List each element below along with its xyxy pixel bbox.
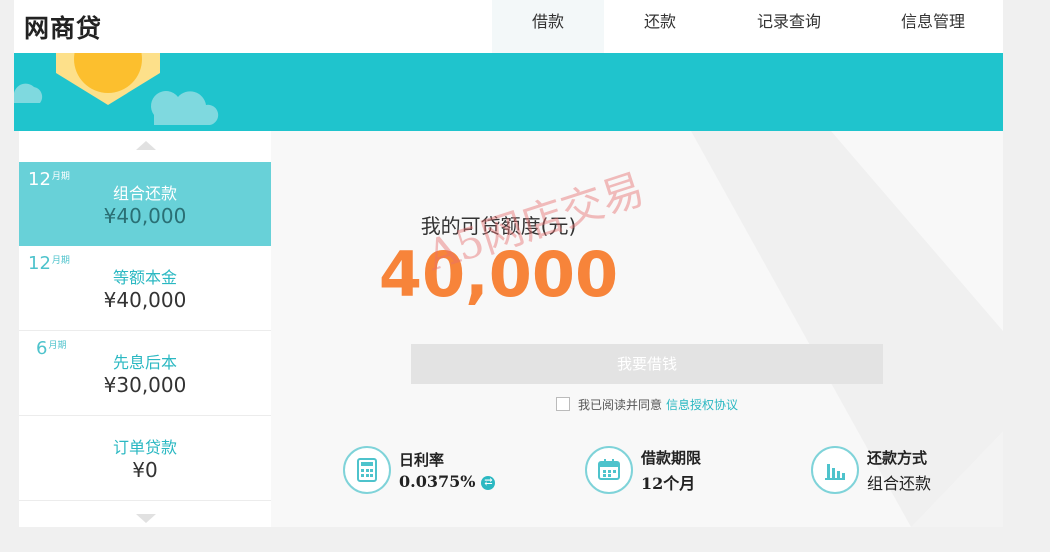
plan-amount: ¥30,000: [103, 373, 187, 397]
repayment-method-value: 组合还款: [867, 473, 932, 493]
scroll-up-arrow-icon[interactable]: [136, 141, 156, 150]
nav-info-management[interactable]: 信息管理: [862, 0, 1004, 53]
plan-item-combined[interactable]: 12月期 组合还款 ¥40,000: [19, 162, 271, 246]
scroll-down-arrow-icon[interactable]: [136, 514, 156, 523]
agreement-text: 我已阅读并同意: [578, 397, 663, 412]
plan-name: 组合还款: [112, 184, 177, 203]
loan-term-value: 12个月: [641, 473, 696, 493]
bar-chart-icon: [811, 446, 859, 494]
plan-name: 订单贷款: [112, 438, 177, 457]
loan-term-label: 借款期限: [641, 448, 702, 467]
plan-item-equal-principal[interactable]: 12月期 等额本金 ¥40,000: [19, 246, 271, 331]
agreement-checkbox[interactable]: [556, 397, 570, 411]
plan-amount: ¥40,000: [103, 204, 187, 228]
daily-rate-value: 0.0375%: [399, 472, 476, 491]
agreement-link[interactable]: 信息授权协议: [666, 396, 738, 413]
sun-cloud-illustration: [14, 53, 219, 125]
plan-item-interest-first[interactable]: 6月期 先息后本 ¥30,000: [19, 331, 271, 416]
loan-term-info: 借款期限 12个月: [585, 446, 701, 494]
nav-records[interactable]: 记录查询: [716, 0, 862, 53]
daily-rate-label: 日利率: [399, 451, 445, 469]
plan-name: 先息后本: [112, 353, 177, 372]
main-nav: 借款 还款 记录查询 信息管理: [492, 0, 1004, 53]
repayment-method-label: 还款方式: [867, 448, 928, 467]
daily-rate-info: 日利率 0.0375% ⇄: [343, 446, 496, 494]
borrow-button[interactable]: 我要借钱: [411, 344, 883, 384]
plan-amount: ¥40,000: [103, 288, 187, 312]
plan-amount: ¥0: [132, 458, 158, 482]
plan-name: 等额本金: [112, 268, 177, 287]
plan-item-order-loan[interactable]: 订单贷款 ¥0: [19, 416, 271, 501]
swap-icon[interactable]: ⇄: [481, 475, 496, 490]
logo: 网商贷: [24, 14, 103, 43]
repayment-method-info: 还款方式 组合还款: [811, 446, 931, 494]
nav-borrow[interactable]: 借款: [492, 0, 604, 53]
calendar-icon: [585, 446, 633, 494]
loan-plan-list: 12月期 组合还款 ¥40,000 12月期 等额本金 ¥40,000 6月期 …: [19, 131, 271, 527]
calculator-icon: [343, 446, 391, 494]
agreement-row: 我已阅读并同意 信息授权协议: [556, 395, 738, 413]
quota-label: 我的可贷额度(元): [420, 214, 577, 238]
top-bar: 网商贷 借款 还款 记录查询 信息管理: [14, 0, 1003, 53]
nav-repay[interactable]: 还款: [604, 0, 716, 53]
quota-value: 40,000: [378, 238, 619, 311]
banner: [14, 53, 1003, 131]
